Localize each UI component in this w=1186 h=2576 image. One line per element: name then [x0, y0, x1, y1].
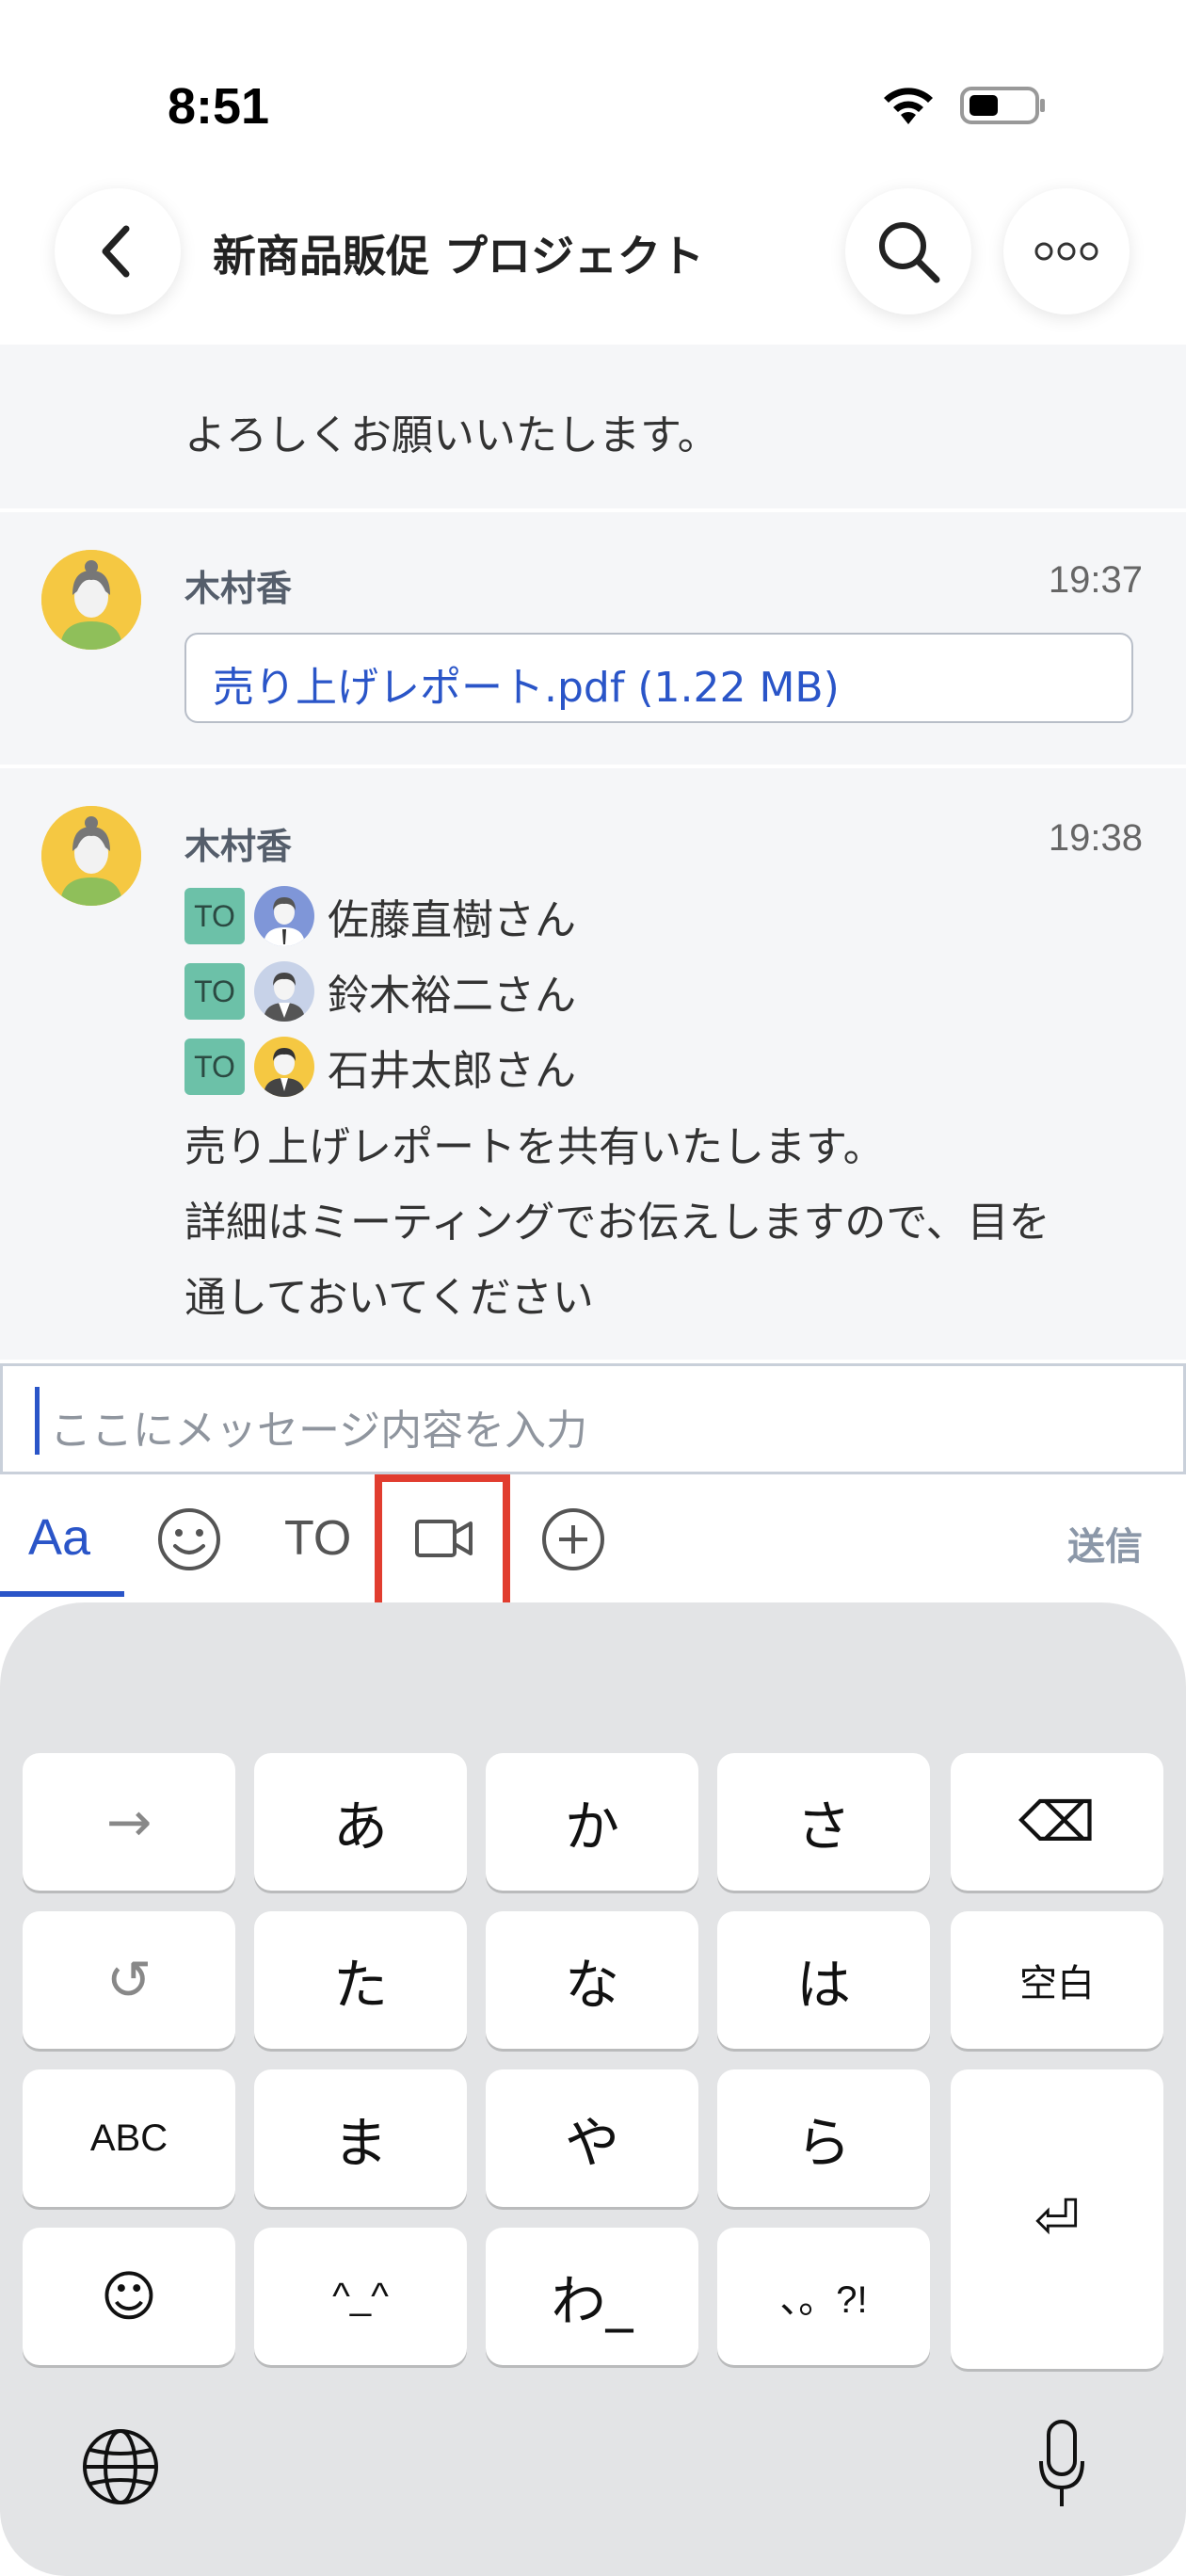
more-button[interactable]: [1003, 188, 1130, 314]
chat-header: 新商品販促 プロジェクト: [0, 169, 1186, 345]
battery-icon: [960, 87, 1045, 124]
chevron-left-icon: [102, 225, 130, 278]
to-badge: TO: [184, 888, 245, 944]
search-icon: [879, 222, 940, 283]
key-arrow-right[interactable]: →: [23, 1753, 235, 1891]
status-bar: 8:51: [0, 0, 1186, 160]
add-circle-icon[interactable]: [540, 1506, 606, 1572]
avatar[interactable]: [41, 550, 141, 650]
wifi-icon: [884, 88, 933, 124]
key-punctuation[interactable]: 、。?!: [717, 2228, 930, 2365]
message-input[interactable]: ここにメッセージ内容を入力: [0, 1363, 1186, 1474]
microphone-icon[interactable]: [1037, 2420, 1086, 2510]
message-text: 詳細はミーティングでお伝えしますので、目を: [184, 1199, 1050, 1247]
key-emoji[interactable]: ☺: [23, 2228, 235, 2365]
key-ta[interactable]: た: [254, 1911, 467, 2049]
recipient-name: 佐藤直樹さん: [328, 896, 576, 944]
more-dots-icon: [1034, 242, 1098, 261]
emoji-icon[interactable]: [156, 1506, 222, 1572]
key-backspace[interactable]: ⌫: [951, 1753, 1163, 1891]
woman-avatar-icon: [41, 806, 141, 906]
text-caret: [35, 1387, 40, 1455]
key-ha[interactable]: は: [717, 1911, 930, 2049]
message-text: 売り上げレポートを共有いたします。: [184, 1123, 885, 1171]
avatar[interactable]: [41, 806, 141, 906]
to-mention[interactable]: TO 鈴木裕二さん: [184, 958, 576, 1024]
chat-timeline[interactable]: よろしくお願いいたします。 木村香 19:37 売り上げレポート.pdf (1.…: [0, 345, 1186, 1363]
active-tab-indicator: [0, 1591, 124, 1597]
key-return[interactable]: ⏎: [951, 2069, 1163, 2369]
key-ka[interactable]: か: [486, 1753, 698, 1891]
text-format-button[interactable]: Aa: [28, 1508, 90, 1567]
man-avatar-icon: [254, 961, 314, 1022]
video-call-icon[interactable]: [414, 1512, 474, 1565]
file-attachment[interactable]: 売り上げレポート.pdf (1.22 MB): [184, 633, 1133, 723]
send-button[interactable]: 送信: [1067, 1516, 1143, 1570]
page-title: 新商品販促 プロジェクト: [213, 231, 705, 282]
key-kaomoji[interactable]: ^_^: [254, 2228, 467, 2365]
key-ya[interactable]: や: [486, 2069, 698, 2207]
message-time: 19:37: [1048, 559, 1143, 601]
to-badge: TO: [184, 963, 245, 1020]
key-sa[interactable]: さ: [717, 1753, 930, 1891]
key-undo[interactable]: ↺: [23, 1911, 235, 2049]
status-time: 8:51: [168, 78, 270, 135]
message-item: よろしくお願いいたします。: [0, 345, 1186, 512]
to-badge: TO: [184, 1038, 245, 1095]
message-item: 木村香 19:38 TO 佐藤直樹さん TO 鈴木裕二さん TO 石井太郎さん …: [0, 768, 1186, 1363]
key-ma[interactable]: ま: [254, 2069, 467, 2207]
recipient-name: 石井太郎さん: [328, 1047, 576, 1095]
avatar: [254, 886, 314, 946]
message-text: よろしくお願いいたします。: [184, 411, 719, 459]
key-space[interactable]: 空白: [951, 1911, 1163, 2049]
to-mention[interactable]: TO 佐藤直樹さん: [184, 883, 576, 949]
avatar: [254, 1037, 314, 1097]
recipient-name: 鈴木裕二さん: [328, 972, 576, 1020]
key-wa[interactable]: わ_: [486, 2228, 698, 2365]
back-button[interactable]: [55, 188, 181, 314]
key-a[interactable]: あ: [254, 1753, 467, 1891]
man-avatar-icon: [254, 886, 314, 946]
key-na[interactable]: な: [486, 1911, 698, 2049]
key-ra[interactable]: ら: [717, 2069, 930, 2207]
to-mention[interactable]: TO 石井太郎さん: [184, 1034, 576, 1100]
sender-name: 木村香: [184, 826, 293, 867]
man-avatar-icon: [254, 1037, 314, 1097]
compose-toolbar: Aa TO 送信: [0, 1474, 1186, 1610]
avatar: [254, 961, 314, 1022]
message-time: 19:38: [1048, 817, 1143, 859]
search-button[interactable]: [845, 188, 971, 314]
input-placeholder: ここにメッセージ内容を入力: [50, 1407, 588, 1455]
message-text: 通しておいてください: [184, 1274, 594, 1322]
message-item: 木村香 19:37 売り上げレポート.pdf (1.22 MB): [0, 512, 1186, 768]
globe-icon[interactable]: [81, 2427, 160, 2506]
woman-avatar-icon: [41, 550, 141, 650]
key-abc[interactable]: ABC: [23, 2069, 235, 2207]
sender-name: 木村香: [184, 568, 293, 609]
to-button[interactable]: TO: [284, 1510, 351, 1567]
